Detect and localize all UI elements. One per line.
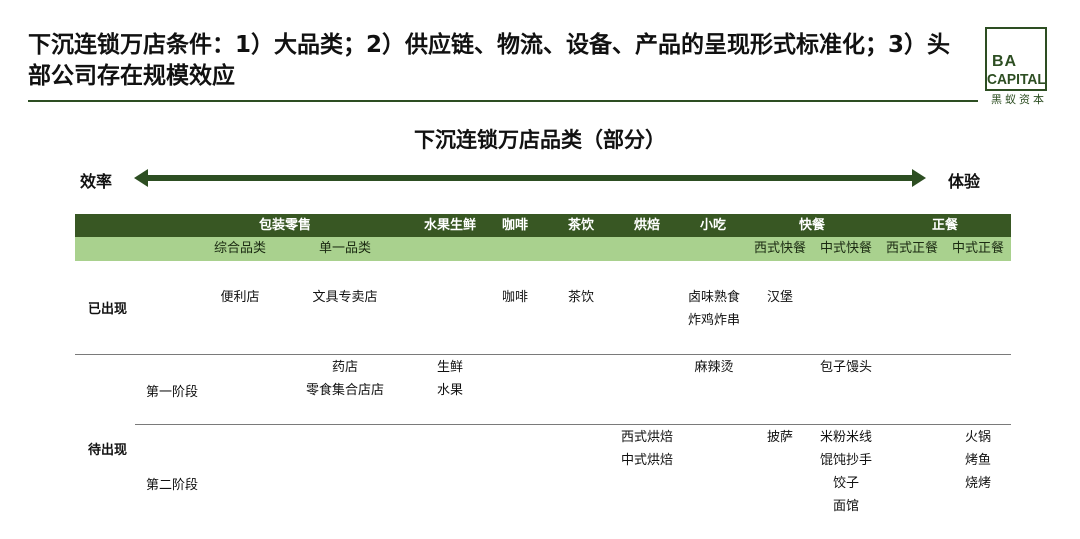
logo-text-capital: CAPITAL [987, 71, 1046, 88]
stage-label-first: 第一阶段 [146, 385, 199, 400]
header-bakery: 烘焙 [633, 218, 660, 233]
cell-convenience-store: 便利店 [220, 290, 260, 305]
cell-pizza: 披萨 [766, 430, 793, 445]
cell-braised-food: 卤味熟食 [687, 290, 740, 305]
cell-grilled-fish: 烤鱼 [964, 453, 991, 468]
title-divider [28, 100, 978, 102]
logo-text-chinese: 黑蚁资本 [989, 93, 1047, 106]
double-arrow-icon [134, 169, 926, 187]
header-snack: 小吃 [699, 218, 726, 233]
axis-right-label: 体验 [948, 172, 981, 191]
header-dinner: 正餐 [931, 218, 958, 233]
cell-burger: 汉堡 [766, 290, 793, 305]
subheader-general: 综合品类 [213, 241, 266, 256]
cell-stationery-store: 文具专卖店 [312, 290, 378, 305]
cell-hotpot: 火锅 [964, 430, 991, 445]
stage-label-second: 第二阶段 [146, 478, 199, 493]
subheader-western-dinner: 西式正餐 [885, 241, 938, 256]
cell-pharmacy: 药店 [331, 360, 358, 375]
cell-coffee: 咖啡 [501, 290, 528, 305]
row-divider [75, 354, 1011, 355]
chart-title: 下沉连锁万店品类（部分） [414, 128, 666, 152]
axis-left-label: 效率 [80, 172, 113, 191]
stage-divider [135, 424, 1011, 425]
subheader-chinese-dinner: 中式正餐 [951, 241, 1004, 256]
header-fast-food: 快餐 [798, 218, 825, 233]
subheader-western-fast: 西式快餐 [753, 241, 806, 256]
header-fresh-fruit: 水果生鲜 [423, 218, 476, 233]
subheader-single: 单一品类 [318, 241, 371, 256]
row-label-appeared: 已出现 [88, 302, 128, 317]
cell-fried-chicken: 炸鸡炸串 [687, 313, 740, 328]
page-title: 下沉连锁万店条件：1）大品类；2）供应链、物流、设备、产品的呈现形式标准化；3）… [28, 32, 951, 89]
logo-text-ba: BA [992, 53, 1018, 70]
cell-dumplings: 饺子 [832, 476, 859, 491]
subheader-chinese-fast: 中式快餐 [819, 241, 872, 256]
cell-tea: 茶饮 [567, 290, 594, 305]
cell-chinese-bakery: 中式烘焙 [620, 453, 673, 468]
cell-fresh: 生鲜 [436, 360, 463, 375]
cell-barbecue: 烧烤 [964, 476, 991, 491]
cell-fruit: 水果 [436, 383, 463, 398]
header-packaged-retail: 包装零售 [258, 218, 311, 233]
cell-wonton: 馄饨抄手 [819, 453, 872, 468]
header-tea: 茶饮 [567, 218, 594, 233]
header-coffee: 咖啡 [501, 218, 528, 233]
cell-western-bakery: 西式烘焙 [620, 430, 673, 445]
cell-rice-noodles: 米粉米线 [819, 430, 872, 445]
cell-snack-collection-store: 零食集合店店 [305, 383, 384, 398]
cell-steamed-buns: 包子馒头 [819, 360, 872, 375]
cell-malatang: 麻辣烫 [694, 360, 734, 375]
row-label-pending: 待出现 [88, 443, 128, 458]
cell-noodle-shop: 面馆 [832, 499, 859, 514]
